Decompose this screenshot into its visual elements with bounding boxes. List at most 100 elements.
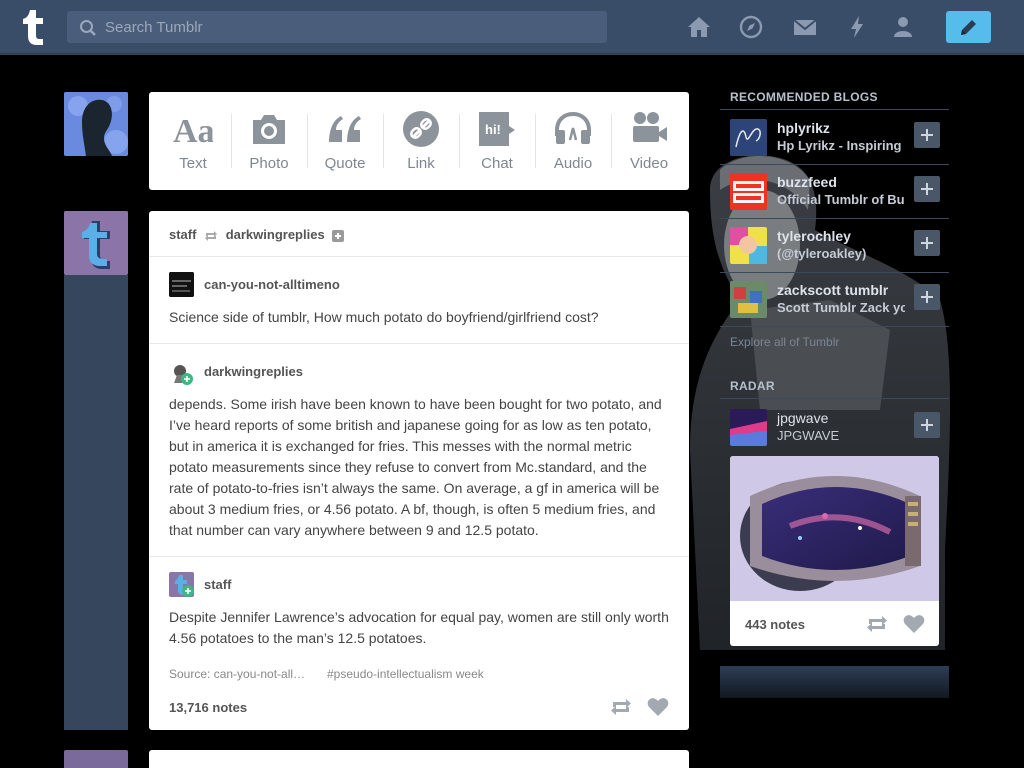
like-button-icon[interactable] xyxy=(903,614,925,634)
post-type-video[interactable]: Video xyxy=(611,92,687,190)
reblogger-name[interactable]: staff xyxy=(169,227,196,242)
quote-icon xyxy=(329,116,361,142)
blog-name: zackscott tumblr xyxy=(777,282,889,298)
blog-name: hplyrikz xyxy=(777,120,830,136)
notes-count[interactable]: 13,716 notes xyxy=(169,700,247,715)
post-card: staff darkwingreplies can-you-not-alltim… xyxy=(149,211,689,730)
post-type-label: Chat xyxy=(481,155,513,172)
recommended-blog-row[interactable]: hplyrikz Hp Lyrikz - Inspiring xyxy=(720,110,949,164)
post-type-audio[interactable]: Audio xyxy=(535,92,611,190)
post-tag[interactable]: #pseudo-intellectualism week xyxy=(327,667,484,681)
silhouette-avatar-image xyxy=(64,92,128,156)
chat-badge-text: hi! xyxy=(485,122,501,137)
blog-description: Official Tumblr of Bu xyxy=(777,192,905,207)
jpgwave-avatar-image xyxy=(730,409,767,446)
hplyrikz-avatar-image xyxy=(730,119,767,156)
post-type-label: Link xyxy=(407,155,435,172)
follow-button[interactable] xyxy=(914,412,940,438)
divider xyxy=(720,398,949,399)
svg-text:Aa: Aa xyxy=(173,113,213,148)
link-icon xyxy=(403,111,439,147)
sidebar-footer-bar xyxy=(720,666,949,698)
post-type-label: Photo xyxy=(249,155,289,172)
post-type-quote[interactable]: Quote xyxy=(307,92,383,190)
my-avatar[interactable] xyxy=(64,92,128,156)
compose-button[interactable] xyxy=(946,11,991,43)
entry-text: depends. Some irish have been known to h… xyxy=(169,396,662,538)
follow-button[interactable] xyxy=(914,230,940,256)
entry-text: Science side of tumblr, How much potato … xyxy=(169,309,599,325)
inbox-icon[interactable] xyxy=(792,14,818,40)
user-avatar[interactable] xyxy=(169,272,194,297)
search-input[interactable] xyxy=(105,11,595,43)
like-button-icon[interactable] xyxy=(647,697,669,717)
zackscott-avatar-image xyxy=(730,281,767,318)
home-icon[interactable] xyxy=(686,14,712,40)
blog-description: JPGWAVE xyxy=(777,428,840,443)
radar-title: RADAR xyxy=(730,379,775,393)
divider xyxy=(149,256,689,257)
user-avatar-image xyxy=(169,572,194,597)
post-type-link[interactable]: Link xyxy=(383,92,459,190)
entry-text: Despite Jennifer Lawrence’s advocation f… xyxy=(169,609,669,646)
blog-description: (@tyleroakley) xyxy=(777,246,867,261)
explore-link[interactable]: Explore all of Tumblr xyxy=(730,335,839,349)
recommended-blog-row[interactable]: buzzfeed Official Tumblr of Bu xyxy=(720,164,949,218)
blog-description: Scott Tumblr Zack yo xyxy=(777,300,905,315)
tyleroakley-avatar-image xyxy=(730,227,767,264)
search-box[interactable] xyxy=(67,11,607,43)
next-post-avatar[interactable] xyxy=(64,750,128,768)
post-type-text[interactable]: Aa Text xyxy=(155,92,231,190)
video-camera-icon xyxy=(633,112,667,142)
recommended-blog-row[interactable]: zackscott tumblr Scott Tumblr Zack yo xyxy=(720,272,949,326)
blog-description: Hp Lyrikz - Inspiring xyxy=(777,138,902,153)
reblog-icon xyxy=(205,230,218,241)
tumblr-logo-icon[interactable] xyxy=(16,8,48,46)
pencil-icon xyxy=(961,20,976,35)
follow-button[interactable] xyxy=(914,176,940,202)
blog-avatar xyxy=(730,119,767,156)
radar-notes-count[interactable]: 443 notes xyxy=(745,617,805,632)
reblog-button-icon[interactable] xyxy=(866,614,888,634)
blog-avatar xyxy=(730,409,767,446)
top-bar xyxy=(0,0,1024,54)
follow-plus-icon[interactable] xyxy=(332,229,345,242)
follow-button[interactable] xyxy=(914,284,940,310)
post-type-chat[interactable]: hi! Chat xyxy=(459,92,535,190)
recommended-blogs-title: RECOMMENDED BLOGS xyxy=(730,90,878,104)
user-avatar-image xyxy=(169,361,194,386)
radar-blog-row[interactable]: jpgwave JPGWAVE xyxy=(720,400,949,454)
entry-username[interactable]: can-you-not-alltimeno xyxy=(204,277,340,292)
follow-button[interactable] xyxy=(914,122,940,148)
user-avatar[interactable] xyxy=(169,361,194,386)
text-icon: Aa xyxy=(173,113,213,148)
divider xyxy=(149,343,689,344)
divider xyxy=(720,326,949,327)
divider xyxy=(149,556,689,557)
camera-icon xyxy=(253,115,285,144)
blog-avatar xyxy=(730,227,767,264)
post-type-label: Quote xyxy=(324,155,366,172)
entry-username[interactable]: darkwingreplies xyxy=(204,364,303,379)
blog-name: jpgwave xyxy=(777,410,829,426)
post-type-photo[interactable]: Photo xyxy=(231,92,307,190)
blog-name: buzzfeed xyxy=(777,174,837,190)
avatar-rail xyxy=(64,275,128,730)
user-avatar-image xyxy=(169,272,194,297)
reblog-button-icon[interactable] xyxy=(610,697,632,717)
account-icon[interactable] xyxy=(890,14,916,40)
post-type-label: Text xyxy=(179,155,207,172)
next-post-card xyxy=(149,750,689,768)
recommended-blog-row[interactable]: tylerochley (@tyleroakley) xyxy=(720,218,949,272)
post-author-avatar[interactable] xyxy=(64,211,128,275)
reblogged-from-name[interactable]: darkwingreplies xyxy=(226,227,325,242)
user-avatar[interactable] xyxy=(169,572,194,597)
explore-icon[interactable] xyxy=(738,14,764,40)
radar-post-image xyxy=(730,456,939,601)
post-source-link[interactable]: Source: can-you-not-all… xyxy=(169,667,305,681)
entry-username[interactable]: staff xyxy=(204,577,231,592)
post-type-label: Video xyxy=(629,155,669,172)
radar-post-card[interactable]: 443 notes xyxy=(730,456,939,646)
activity-icon[interactable] xyxy=(844,14,870,40)
post-header: staff darkwingreplies xyxy=(169,227,345,242)
